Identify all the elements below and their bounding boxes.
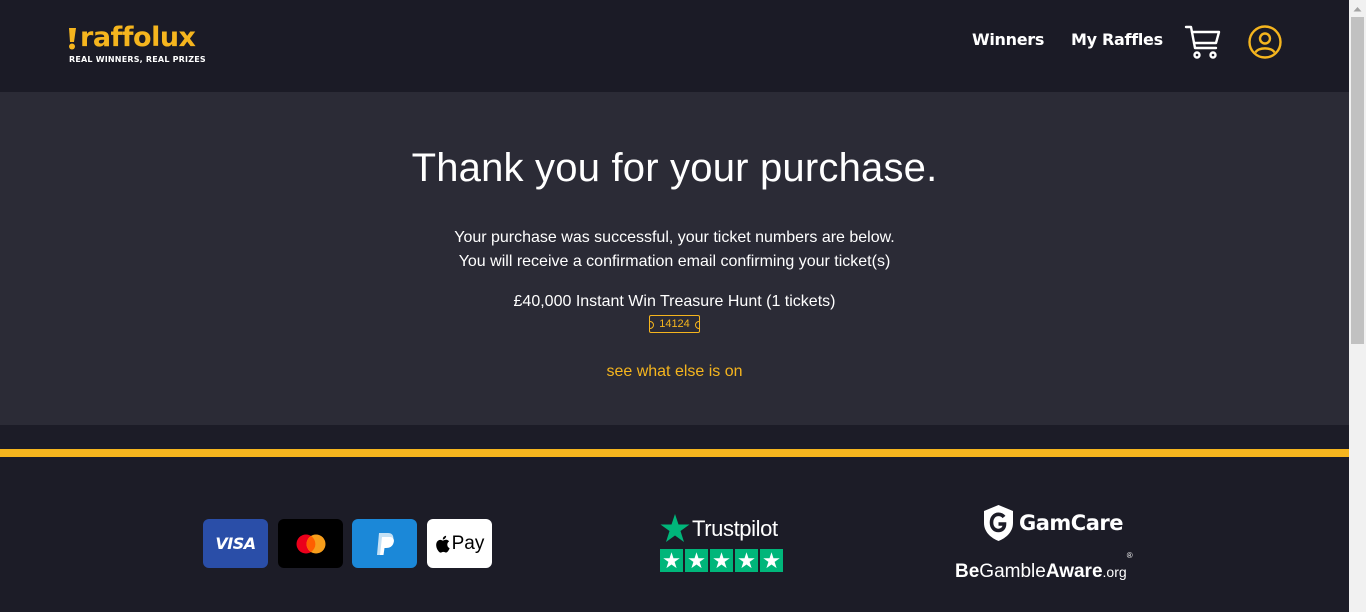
- trustpilot-star-icon: [660, 514, 690, 542]
- bga-aware: Aware: [1045, 561, 1103, 582]
- rating-star-icon: [760, 549, 783, 572]
- shopping-cart-icon[interactable]: [1184, 24, 1222, 60]
- apple-pay-label: Pay: [451, 532, 485, 554]
- raffle-name: £40,000 Instant Win Treasure Hunt (1 tic…: [513, 293, 836, 310]
- raffolux-logo[interactable]: raffolux REAL WINNERS, REAL PRIZES: [68, 22, 218, 68]
- logo-tagline: REAL WINNERS, REAL PRIZES: [69, 55, 206, 64]
- nav-my-raffles-link[interactable]: My Raffles: [1071, 30, 1163, 49]
- scroll-up-arrow-icon[interactable]: [1349, 0, 1366, 17]
- paypal-logo: [352, 519, 417, 568]
- page-title: Thank you for your purchase.: [411, 146, 938, 190]
- paypal-icon: [376, 532, 394, 555]
- ticket-number-badge: 14124: [649, 315, 700, 333]
- gamcare-label: GamCare: [1019, 511, 1123, 535]
- visa-logo: VISA: [203, 519, 268, 568]
- mastercard-icon: [296, 534, 325, 553]
- scrollbar-thumb[interactable]: [1351, 17, 1364, 344]
- bga-be: Be: [955, 561, 980, 582]
- trustpilot-label: Trustpilot: [692, 515, 778, 541]
- rating-star-icon: [735, 549, 758, 572]
- footer-accent-stripe: [0, 449, 1349, 457]
- apple-pay-logo: Pay: [427, 519, 492, 568]
- gamcare-shield-icon: [984, 505, 1013, 541]
- confirmation-panel: Thank you for your purchase. Your purcha…: [0, 92, 1349, 425]
- confirmation-email-message: You will receive a confirmation email co…: [458, 253, 891, 270]
- success-message: Your purchase was successful, your ticke…: [454, 229, 895, 246]
- bga-registered-mark: ®: [1126, 551, 1133, 560]
- begambleaware-logo[interactable]: BeGambleAware.org ®: [955, 551, 1133, 583]
- rating-star-icon: [710, 549, 733, 572]
- site-footer: VISA Pay Trustpilot GamCare BeGambleAwar…: [0, 457, 1349, 612]
- site-header: raffolux REAL WINNERS, REAL PRIZES Winne…: [0, 0, 1349, 92]
- logo-wordmark: raffolux: [80, 22, 196, 53]
- apple-icon: [435, 535, 450, 553]
- bga-org: .org: [1102, 564, 1127, 580]
- gamcare-logo[interactable]: GamCare: [982, 504, 1123, 542]
- trustpilot-widget[interactable]: Trustpilot: [660, 514, 790, 574]
- rating-star-icon: [685, 549, 708, 572]
- footer-spacer: [0, 425, 1349, 449]
- trustpilot-rating: [660, 549, 783, 572]
- logo-mark-icon: [69, 28, 76, 50]
- see-what-else-link[interactable]: see what else is on: [0, 363, 1349, 381]
- nav-winners-link[interactable]: Winners: [972, 30, 1044, 49]
- user-account-icon[interactable]: [1247, 24, 1283, 60]
- rating-star-icon: [660, 549, 683, 572]
- bga-gamble: Gamble: [979, 561, 1046, 582]
- mastercard-logo: [278, 519, 343, 568]
- visa-label: VISA: [215, 534, 256, 553]
